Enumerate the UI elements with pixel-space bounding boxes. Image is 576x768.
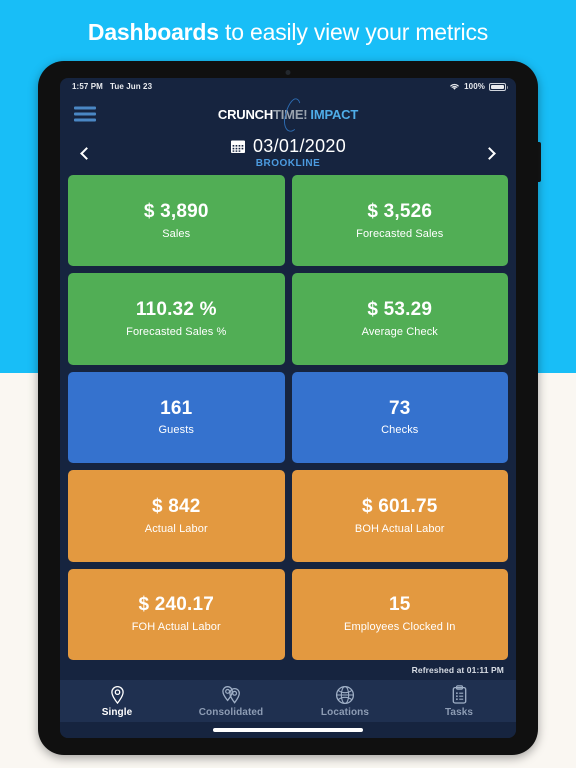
status-bar-time: 1:57 PM (72, 82, 103, 91)
metric-value: 15 (388, 594, 411, 616)
metric-value: $ 3,890 (143, 200, 209, 222)
refreshed-timestamp: Refreshed at 01:11 PM (411, 665, 504, 675)
date-display[interactable]: 03/01/2020 BROOKLINE (230, 137, 346, 169)
metric-label: Employees Clocked In (344, 621, 456, 634)
page-title-bold: Dashboards (87, 19, 219, 45)
next-day-button[interactable] (478, 140, 504, 166)
app-logo: CRUNCHTIME! IMPACT (217, 96, 359, 133)
tab-tasks[interactable]: Tasks (402, 680, 516, 722)
logo-part-time: TIME! (273, 106, 308, 122)
metrics-grid: $ 3,890 Sales $ 3,526 Forecasted Sales 110.3… (60, 173, 516, 660)
page-title: Dashboards to easily view your metrics (0, 17, 576, 47)
tab-single[interactable]: Single (60, 680, 174, 722)
tab-locations[interactable]: Locations (288, 680, 402, 722)
metric-card[interactable]: $ 240.17 FOH Actual Labor (68, 568, 285, 660)
home-indicator[interactable] (213, 728, 363, 732)
battery-icon (489, 82, 508, 91)
tab-label: Single (101, 706, 133, 718)
metric-card[interactable]: 110.32 % Forecasted Sales % (68, 273, 285, 365)
metric-label: Sales (162, 227, 191, 240)
metric-card[interactable]: $ 842 Actual Labor (68, 470, 285, 562)
metric-label: Checks (381, 424, 419, 437)
chevron-left-icon (80, 146, 93, 160)
metric-value: $ 240.17 (138, 594, 215, 616)
selected-location: BROOKLINE (255, 158, 321, 169)
map-pins-double-icon (220, 685, 243, 705)
metric-value: $ 842 (151, 495, 201, 517)
tab-label: Consolidated (198, 706, 264, 718)
tab-label: Tasks (444, 706, 474, 718)
metric-card[interactable]: 15 Employees Clocked In (291, 568, 508, 660)
page-title-rest: to easily view your metrics (218, 19, 489, 45)
map-pin-icon (108, 685, 127, 705)
logo-part-impact: IMPACT (310, 106, 359, 122)
metric-value: $ 3,526 (367, 200, 433, 222)
metric-value: 110.32 % (135, 299, 217, 321)
metric-card[interactable]: $ 53.29 Average Check (291, 273, 508, 365)
ios-status-bar: 1:57 PM Tue Jun 23 100% (60, 78, 516, 95)
metric-card[interactable]: $ 601.75 BOH Actual Labor (291, 470, 508, 562)
globe-icon (335, 685, 355, 705)
metric-label: BOH Actual Labor (354, 522, 445, 535)
metric-label: Forecasted Sales % (126, 326, 227, 339)
home-indicator-area (60, 722, 516, 738)
chevron-right-icon (483, 146, 496, 160)
metric-card[interactable]: 73 Checks (291, 371, 508, 464)
metric-card[interactable]: $ 3,890 Sales (68, 175, 285, 267)
wifi-icon (450, 83, 459, 90)
tab-consolidated[interactable]: Consolidated (174, 680, 288, 722)
app-top-bar: CRUNCHTIME! IMPACT (60, 95, 516, 133)
metric-label: Guests (158, 424, 194, 437)
metric-label: Forecasted Sales (356, 227, 444, 240)
tab-label: Locations (320, 706, 370, 718)
status-bar-right: 100% (449, 82, 508, 91)
logo-part-crunch: CRUNCH (217, 106, 274, 122)
date-navigation-bar: 03/01/2020 BROOKLINE (60, 133, 516, 173)
selected-date: 03/01/2020 (252, 136, 347, 156)
metric-value: $ 601.75 (361, 495, 438, 517)
app-screen: 1:57 PM Tue Jun 23 100% CRUNCHTIME! IMPAC… (60, 78, 516, 738)
metric-value: 73 (388, 397, 411, 419)
metric-label: Actual Labor (144, 522, 208, 535)
hamburger-menu-icon[interactable] (74, 106, 96, 122)
calendar-icon (230, 140, 245, 153)
date-row: 03/01/2020 (230, 137, 346, 155)
battery-percent: 100% (464, 82, 485, 91)
metric-label: FOH Actual Labor (131, 621, 221, 634)
metric-value: 161 (160, 397, 193, 419)
metric-card[interactable]: $ 3,526 Forecasted Sales (291, 175, 508, 267)
status-bar-date: Tue Jun 23 (109, 82, 153, 91)
bottom-tab-bar: Single Consolidated Locations Tasks (60, 680, 516, 722)
tablet-frame: 1:57 PM Tue Jun 23 100% CRUNCHTIME! IMPAC… (38, 61, 538, 755)
metric-label: Average Check (361, 326, 438, 339)
metric-card[interactable]: 161 Guests (68, 371, 285, 464)
previous-day-button[interactable] (72, 140, 98, 166)
clipboard-icon (451, 684, 468, 705)
metric-value: $ 53.29 (367, 299, 433, 321)
front-camera-icon (285, 70, 291, 75)
